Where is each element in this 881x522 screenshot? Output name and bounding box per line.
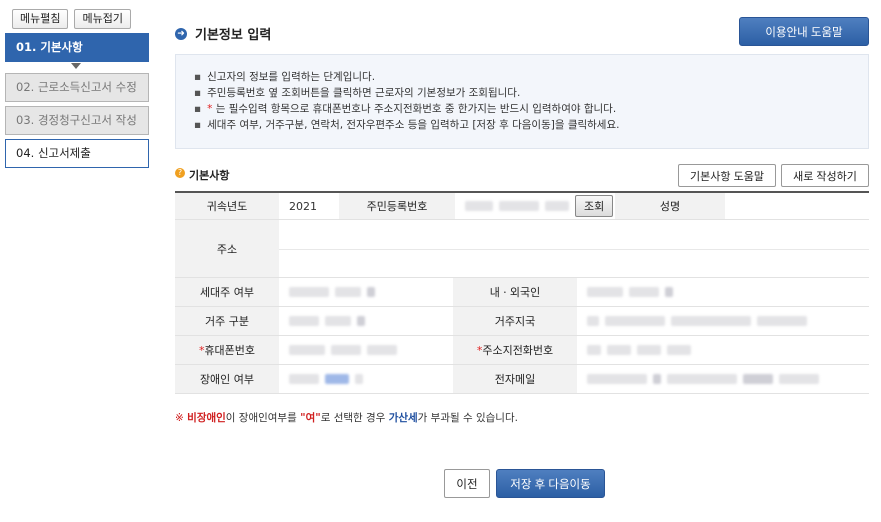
- table-row: 세대주 여부 내ㆍ외국인: [175, 278, 869, 307]
- info-line: ▪ 신고자의 정보를 입력하는 단계입니다.: [194, 71, 376, 83]
- menu-toggle-group: 메뉴펼침 메뉴접기: [12, 9, 131, 29]
- table-row: 장애인 여부 전자메일: [175, 365, 869, 394]
- info-box: ▪ 신고자의 정보를 입력하는 단계입니다. ▪ 주민등록번호 옆 조회버튼을 클릭…: [175, 54, 869, 149]
- home-phone-field[interactable]: [577, 336, 869, 364]
- head-of-household-select[interactable]: [279, 278, 453, 306]
- nationality-select[interactable]: [577, 278, 869, 306]
- year-value: 2021: [279, 193, 339, 219]
- email-label: 전자메일: [453, 365, 577, 393]
- disability-label: 장애인 여부: [175, 365, 279, 393]
- table-row: * 휴대폰번호 * 주소지전화번호: [175, 336, 869, 365]
- table-row: 귀속년도 2021 주민등록번호 조회 성명: [175, 193, 869, 220]
- info-line: ▪ 주민등록번호 옆 조회버튼을 클릭하면 근로자의 기본정보가 조회됩니다.: [194, 87, 521, 99]
- residence-type-select[interactable]: [279, 307, 453, 335]
- table-row: 거주 구분 거주지국: [175, 307, 869, 336]
- new-write-button[interactable]: 새로 작성하기: [781, 164, 869, 187]
- nationality-label: 내ㆍ외국인: [453, 278, 577, 306]
- name-value: [725, 193, 869, 219]
- menu-expand-button[interactable]: 메뉴펼침: [12, 9, 69, 29]
- save-next-button[interactable]: 저장 후 다음이동: [496, 469, 605, 498]
- section-title: 기본사항: [189, 169, 230, 182]
- rrn-label: 주민등록번호: [339, 193, 455, 219]
- sidebar: 메뉴펼침 메뉴접기 01. 기본사항 02. 근로소득신고서 수정 03. 경정…: [0, 0, 160, 522]
- basic-help-button[interactable]: 기본사항 도움말: [678, 164, 776, 187]
- info-line: ▪ * 는 필수입력 항목으로 휴대폰번호나 주소지전화번호 중 한가지는 반드시…: [194, 103, 617, 115]
- basic-info-table: 귀속년도 2021 주민등록번호 조회 성명 주소 세대주 여부 내ㆍ외국인 거…: [175, 191, 869, 394]
- head-of-household-label: 세대주 여부: [175, 278, 279, 306]
- residence-country-select[interactable]: [577, 307, 869, 335]
- residence-country-label: 거주지국: [453, 307, 577, 335]
- info-line: ▪ 세대주 여부, 거주구분, 연락처, 전자우편주소 등을 입력하고 [저장 후…: [194, 119, 620, 131]
- year-label: 귀속년도: [175, 193, 279, 219]
- step-basic-info[interactable]: 01. 기본사항: [5, 33, 149, 62]
- address-field[interactable]: [279, 220, 869, 277]
- mobile-label: * 휴대폰번호: [175, 336, 279, 364]
- menu-collapse-button[interactable]: 메뉴접기: [74, 9, 131, 29]
- arrow-right-circle-icon: ➜: [175, 27, 187, 40]
- usage-help-button[interactable]: 이용안내 도움말: [739, 17, 869, 46]
- prev-button[interactable]: 이전: [444, 469, 490, 498]
- section-header: ? 기본사항 기본사항 도움말 새로 작성하기: [175, 164, 869, 187]
- residence-type-label: 거주 구분: [175, 307, 279, 335]
- email-field[interactable]: [577, 365, 869, 393]
- step-correction-claim[interactable]: 03. 경정청구신고서 작성: [5, 106, 149, 135]
- rrn-field[interactable]: 조회: [455, 193, 615, 219]
- name-label: 성명: [615, 193, 725, 219]
- disability-select[interactable]: [279, 365, 453, 393]
- disability-tax-notice: ※ 비장애인이 장애인여부를 "여"로 선택한 경우 가산세가 부과될 수 있습…: [175, 412, 518, 424]
- address-label: 주소: [175, 220, 279, 277]
- question-circle-icon: ?: [175, 168, 185, 178]
- lookup-button[interactable]: 조회: [575, 195, 614, 217]
- home-phone-label: * 주소지전화번호: [453, 336, 577, 364]
- table-row: 주소: [175, 220, 869, 278]
- page-title: 기본정보 입력: [195, 28, 272, 43]
- mobile-field[interactable]: [279, 336, 453, 364]
- step-edit-return[interactable]: 02. 근로소득신고서 수정: [5, 73, 149, 102]
- page-header: ➜ 기본정보 입력: [175, 24, 271, 43]
- step-arrow-icon: [71, 63, 81, 69]
- step-submit[interactable]: 04. 신고서제출: [5, 139, 149, 168]
